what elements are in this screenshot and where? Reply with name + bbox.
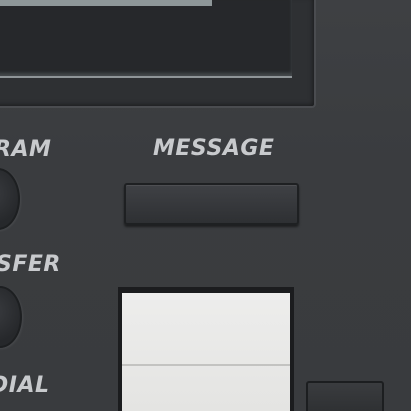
program-key[interactable]	[0, 168, 20, 230]
lcd-glare	[0, 0, 212, 6]
transfer-key-label: SFER	[0, 252, 61, 277]
phone-body: RAM MESSAGE SFER DIAL	[0, 0, 411, 411]
message-button[interactable]	[124, 183, 299, 225]
transfer-key[interactable]	[0, 286, 22, 348]
program-key-label: RAM	[0, 137, 52, 162]
message-key-label: MESSAGE	[153, 136, 275, 161]
lcd-display-screen	[0, 0, 292, 78]
label-card-divider	[122, 364, 290, 366]
label-card	[122, 293, 290, 411]
redial-key-label: DIAL	[0, 373, 50, 398]
feature-key[interactable]	[306, 381, 384, 411]
lcd-display-bezel	[0, 0, 316, 108]
